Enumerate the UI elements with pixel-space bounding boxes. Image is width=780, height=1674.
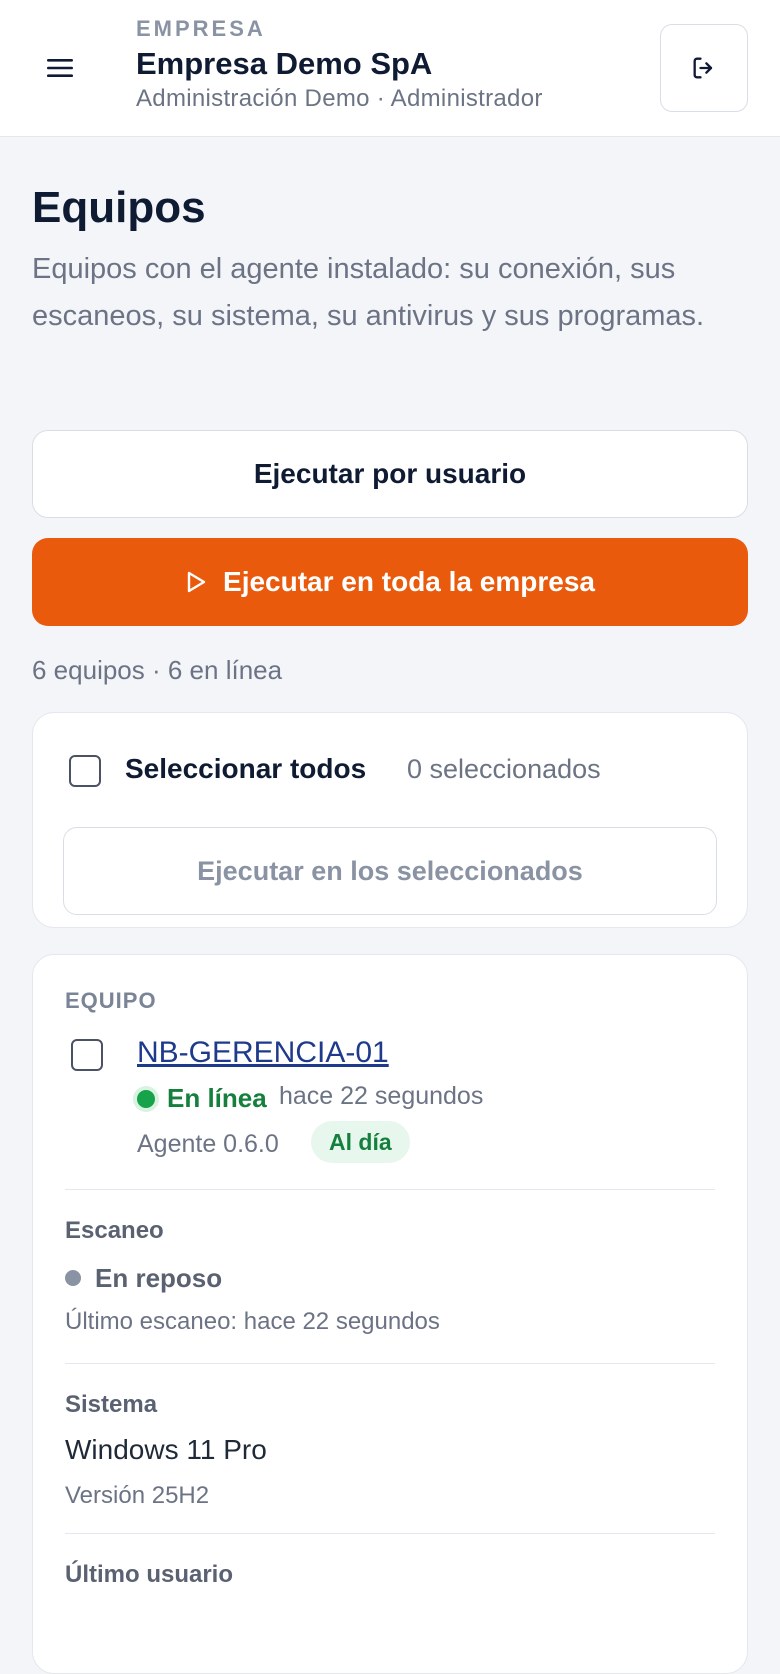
scan-status-dot	[65, 1270, 81, 1286]
agent-version: Agente 0.6.0	[137, 1130, 279, 1158]
menu-button[interactable]	[36, 48, 84, 88]
agent-status-badge: Al día	[311, 1121, 410, 1163]
divider	[65, 1189, 715, 1190]
device-section-label: EQUIPO	[65, 988, 157, 1013]
system-version: Versión 25H2	[65, 1482, 210, 1509]
device-name-link[interactable]: NB-GERENCIA-01	[137, 1033, 389, 1073]
company-subtitle: Administración Demo · Administrador	[136, 85, 543, 112]
last-user-section-title: Último usuario	[65, 1561, 234, 1588]
divider	[65, 1533, 715, 1534]
logout-button[interactable]	[660, 24, 748, 112]
run-selected-button[interactable]: Ejecutar en los seleccionados	[63, 827, 717, 915]
logout-icon	[693, 57, 713, 79]
run-company-label: Ejecutar en toda la empresa	[223, 566, 595, 597]
hamburger-icon	[47, 59, 73, 77]
play-icon	[187, 571, 206, 593]
system-os: Windows 11 Pro	[65, 1434, 267, 1465]
brand-kicker: EMPRESA	[136, 16, 266, 41]
system-section-title: Sistema	[65, 1391, 158, 1418]
device-card: EQUIPO NB-GERENCIA-01 En línea hace 22 s…	[32, 954, 748, 1674]
select-all-label[interactable]: Seleccionar todos	[125, 751, 366, 787]
last-seen: hace 22 segundos	[279, 1082, 484, 1110]
run-by-user-button[interactable]: Ejecutar por usuario	[32, 430, 748, 518]
selection-card: Seleccionar todos 0 seleccionados Ejecut…	[32, 712, 748, 928]
select-all-checkbox[interactable]	[69, 755, 101, 787]
selected-count: 0 seleccionados	[407, 754, 601, 784]
top-bar: EMPRESA Empresa Demo SpA Administración …	[0, 0, 780, 137]
page-title: Equipos	[32, 183, 206, 232]
page-description: Equipos con el agente instalado: su cone…	[32, 253, 705, 332]
scan-status: En reposo	[95, 1263, 223, 1293]
scan-section-title: Escaneo	[65, 1217, 164, 1244]
divider	[65, 1363, 715, 1364]
company-name: Empresa Demo SpA	[136, 46, 433, 81]
device-count-summary: 6 equipos · 6 en línea	[32, 655, 283, 685]
brand-block: EMPRESA Empresa Demo SpA Administración …	[136, 16, 543, 114]
online-status-text: En línea	[167, 1083, 267, 1113]
last-scan: Último escaneo: hace 22 segundos	[65, 1308, 440, 1335]
run-company-button[interactable]: Ejecutar en toda la empresa	[32, 538, 748, 626]
online-status-dot	[137, 1090, 155, 1108]
device-checkbox[interactable]	[71, 1039, 103, 1071]
